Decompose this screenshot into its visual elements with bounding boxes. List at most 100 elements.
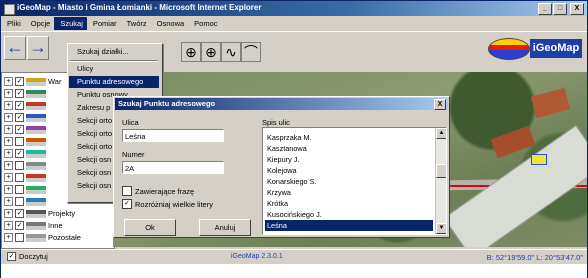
maximize-button[interactable]: □ (553, 3, 567, 15)
address-point-marker[interactable] (531, 154, 547, 165)
layer-icon (26, 89, 46, 98)
contains-phrase-checkbox[interactable]: Zawierające frazę (122, 186, 194, 196)
scroll-thumb[interactable] (436, 164, 446, 178)
layer-checkbox[interactable]: ✓ (15, 113, 24, 122)
layer-checkbox[interactable]: ✓ (15, 221, 24, 230)
menu-szukaj[interactable]: Szukaj (54, 17, 87, 30)
checkbox-label: Zawierające frazę (135, 186, 195, 196)
street-list[interactable]: Kasprzaka M. Kasztanowa Kiepury J. Kolej… (262, 127, 447, 235)
layer-tree-row[interactable]: + ✓ War (4, 76, 61, 87)
checkbox-label: Doczytuj (19, 252, 48, 261)
dialog-title-bar: Szukaj Punktu adresowego X (115, 98, 448, 110)
checkbox[interactable]: ✓ (7, 252, 16, 261)
expand-icon[interactable]: + (4, 161, 13, 170)
layer-checkbox[interactable]: ✓ (15, 149, 24, 158)
cancel-button[interactable]: Anuluj (199, 219, 251, 236)
layer-tree-row[interactable]: + (4, 196, 48, 207)
menu-item-ulicy[interactable]: Ulicy (69, 63, 159, 75)
layer-tree-row[interactable]: + (4, 136, 48, 147)
expand-icon[interactable]: + (4, 101, 13, 110)
expand-icon[interactable]: + (4, 221, 13, 230)
version-label: iGeoMap 2.3.0.1 (231, 253, 283, 260)
doczytuj-checkbox[interactable]: ✓ Doczytuj (7, 252, 48, 261)
expand-icon[interactable]: + (4, 185, 13, 194)
layer-label: Pozostałe (48, 233, 81, 242)
list-item[interactable]: Krótka (265, 198, 433, 209)
polyline-tool-icon[interactable]: ∿ (221, 42, 241, 62)
list-item[interactable]: Kasprzaka M. (265, 132, 433, 143)
checkbox[interactable]: ✓ (122, 199, 132, 209)
number-label: Numer (122, 150, 145, 159)
expand-icon[interactable]: + (4, 89, 13, 98)
expand-icon[interactable]: + (4, 233, 13, 242)
layer-tree-row[interactable]: + ✓ (4, 100, 48, 111)
layer-checkbox[interactable]: ✓ (15, 209, 24, 218)
list-item[interactable]: Kasztanowa (265, 143, 433, 154)
layer-tree-row[interactable]: + ✓ Inne (4, 220, 63, 231)
list-item-selected[interactable]: Leśna (265, 220, 433, 231)
list-item[interactable]: Krzywa (265, 187, 433, 198)
menu-osnowa[interactable]: Osnowa (151, 17, 189, 30)
menu-opcje[interactable]: Opcje (25, 17, 55, 30)
layer-tree-row[interactable]: + ✓ (4, 112, 48, 123)
target-tool-icon[interactable]: ⊕ (201, 42, 221, 62)
back-arrow-icon[interactable]: ← (4, 36, 26, 60)
layer-icon (26, 77, 46, 86)
close-button[interactable]: X (570, 3, 584, 15)
expand-icon[interactable]: + (4, 173, 13, 182)
scroll-up-arrow-icon[interactable]: ▲ (436, 128, 446, 139)
status-bar: ✓ Doczytuj iGeoMap 2.3.0.1 B: 52°19'59.0… (1, 249, 587, 264)
polygon-tool-icon[interactable]: ⌒ (241, 42, 261, 62)
expand-icon[interactable]: + (4, 209, 13, 218)
expand-icon[interactable]: + (4, 137, 13, 146)
street-input[interactable]: Leśna (122, 129, 224, 142)
layer-checkbox[interactable] (15, 233, 24, 242)
dialog-close-button[interactable]: X (434, 99, 446, 110)
menu-pomoc[interactable]: Pomoc (188, 17, 221, 30)
layer-checkbox[interactable] (15, 137, 24, 146)
layer-tree-row[interactable]: + Pozostałe (4, 232, 81, 243)
expand-icon[interactable]: + (4, 149, 13, 158)
layer-checkbox[interactable]: ✓ (15, 101, 24, 110)
layer-tree-row[interactable]: + ✓ (4, 148, 48, 159)
list-item[interactable]: Konarskiego S. (265, 176, 433, 187)
coordinates-readout: B: 52°19'59.0" L: 20°53'47.0" (486, 253, 583, 262)
layer-tree-row[interactable]: + ✓ (4, 88, 48, 99)
menu-pomiar[interactable]: Pomiar (87, 17, 121, 30)
menu-item-punktu-adresowego[interactable]: Punktu adresowego (69, 76, 159, 88)
list-item[interactable]: Kiepury J. (265, 154, 433, 165)
list-item[interactable]: Kolejowa (265, 165, 433, 176)
forward-arrow-icon[interactable]: → (27, 36, 49, 60)
expand-icon[interactable]: + (4, 113, 13, 122)
list-item[interactable]: Kusocińskiego J. (265, 209, 433, 220)
layer-tree-row[interactable]: + ✓ (4, 124, 48, 135)
layer-tree-row[interactable]: + ✓ Projekty (4, 208, 75, 219)
layer-tree-row[interactable]: + (4, 172, 48, 183)
number-input[interactable]: 2A (122, 161, 224, 174)
layer-checkbox[interactable]: ✓ (15, 125, 24, 134)
layer-icon (26, 125, 46, 134)
checkbox[interactable] (122, 186, 132, 196)
menu-tworz[interactable]: Twórz (121, 17, 151, 30)
expand-icon[interactable]: + (4, 197, 13, 206)
layer-checkbox[interactable]: ✓ (15, 89, 24, 98)
ok-button[interactable]: Ok (124, 219, 176, 236)
menu-pliki[interactable]: Pliki (1, 17, 25, 30)
expand-icon[interactable]: + (4, 125, 13, 134)
layer-tree-row[interactable]: + (4, 184, 48, 195)
case-sensitive-checkbox[interactable]: ✓ Rozróżniaj wielkie litery (122, 199, 213, 209)
layer-label: Inne (48, 221, 63, 230)
layer-checkbox[interactable] (15, 185, 24, 194)
expand-icon[interactable]: + (4, 77, 13, 86)
layer-checkbox[interactable] (15, 161, 24, 170)
layer-checkbox[interactable] (15, 197, 24, 206)
minimize-button[interactable]: _ (538, 3, 552, 15)
list-scrollbar[interactable]: ▲ ▼ (435, 128, 446, 234)
menu-item-szukaj-dzialki[interactable]: Szukaj działki... (69, 46, 159, 58)
scroll-down-arrow-icon[interactable]: ▼ (436, 223, 446, 234)
crosshair-tool-icon[interactable]: ⊕ (181, 42, 201, 62)
logo-text: iGeoMap (530, 39, 582, 58)
layer-tree-row[interactable]: + (4, 160, 48, 171)
layer-checkbox[interactable] (15, 173, 24, 182)
layer-checkbox[interactable]: ✓ (15, 77, 24, 86)
